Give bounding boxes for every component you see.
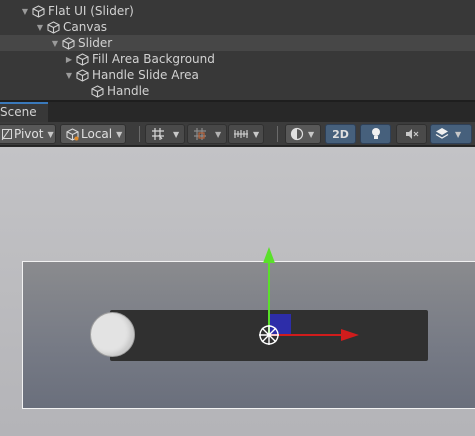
chevron-down-icon: ▼ (215, 129, 222, 139)
gizmo-y-arrow-icon[interactable] (263, 247, 275, 263)
grid-snap-button[interactable]: ▼ (145, 124, 185, 144)
move-gizmo[interactable] (0, 147, 475, 436)
tab-bar: Scene (0, 102, 475, 122)
hierarchy-item-flat-ui-slider[interactable]: ▼ Flat UI (Slider) (0, 3, 475, 19)
hierarchy-item-label: Fill Area Background (92, 52, 215, 66)
hierarchy-item-canvas[interactable]: ▼ Canvas (0, 19, 475, 35)
gameobject-cube-icon (74, 51, 90, 67)
ruler-button[interactable]: ▼ (228, 124, 264, 144)
pivot-label: Pivot (14, 127, 44, 141)
expand-arrow-icon[interactable]: ▼ (20, 3, 30, 19)
hierarchy-item-label: Handle Slide Area (92, 68, 199, 82)
local-dropdown[interactable]: Local ▼ (60, 124, 126, 144)
expand-arrow-icon[interactable]: ▼ (35, 19, 45, 35)
expand-arrow-icon[interactable]: ▼ (64, 67, 74, 83)
hierarchy-item-label: Canvas (63, 20, 108, 34)
hierarchy-panel: ▼ Flat UI (Slider) ▼ Canvas ▼ Slider ▶ F… (0, 0, 475, 100)
chevron-down-icon: ▼ (308, 129, 315, 139)
chevron-down-icon: ▼ (253, 129, 260, 139)
hierarchy-item-fill-area-background[interactable]: ▶ Fill Area Background (0, 51, 475, 67)
increment-snap-icon (193, 127, 207, 141)
lighting-toggle[interactable] (360, 124, 391, 144)
hierarchy-item-label: Flat UI (Slider) (48, 4, 134, 18)
audio-toggle[interactable] (396, 124, 427, 144)
pivot-point-icon (259, 325, 279, 345)
hierarchy-item-handle[interactable]: Handle (0, 83, 475, 99)
shading-icon (290, 127, 304, 141)
pivot-icon (1, 129, 12, 141)
ruler-icon (233, 128, 249, 140)
gameobject-cube-icon (60, 35, 76, 51)
hierarchy-item-label: Handle (107, 84, 150, 98)
gameobject-cube-icon (89, 83, 105, 99)
gizmo-xy-plane-handle[interactable] (270, 314, 291, 335)
gameobject-cube-icon (74, 67, 90, 83)
chevron-down-icon: ▼ (173, 129, 180, 139)
2d-mode-toggle[interactable]: 2D (325, 124, 356, 144)
chevron-down-icon: ▼ (116, 129, 123, 139)
local-icon (65, 127, 79, 141)
pivot-dropdown[interactable]: Pivot ▼ (0, 124, 56, 144)
gameobject-cube-icon (30, 3, 46, 19)
expand-arrow-icon[interactable]: ▼ (50, 35, 60, 51)
chevron-down-icon: ▼ (47, 129, 54, 139)
effects-dropdown[interactable]: ▼ (430, 124, 472, 144)
hierarchy-item-slider[interactable]: ▼ Slider (0, 35, 475, 51)
toolbar-separator (139, 126, 140, 142)
collapse-arrow-icon[interactable]: ▶ (64, 51, 74, 67)
layers-icon (435, 127, 449, 141)
gizmo-x-arrow-icon[interactable] (341, 329, 359, 341)
scene-viewport[interactable] (0, 147, 475, 436)
2d-mode-label: 2D (332, 127, 349, 141)
local-label: Local (81, 127, 113, 141)
tab-scene[interactable]: Scene (0, 102, 48, 122)
tab-scene-label: Scene (0, 105, 37, 119)
increment-snap-button[interactable]: ▼ (187, 124, 227, 144)
light-icon (370, 127, 382, 141)
shading-mode-button[interactable]: ▼ (285, 124, 321, 144)
audio-mute-icon (405, 128, 419, 140)
chevron-down-icon: ▼ (455, 129, 462, 139)
grid-snap-icon (151, 127, 165, 141)
scene-toolbar: Pivot ▼ Local ▼ ▼ ▼ ▼ ▼ 2D ▼ (0, 122, 475, 146)
hierarchy-item-handle-slide-area[interactable]: ▼ Handle Slide Area (0, 67, 475, 83)
hierarchy-item-label: Slider (78, 36, 113, 50)
gameobject-cube-icon (45, 19, 61, 35)
toolbar-separator (277, 126, 278, 142)
